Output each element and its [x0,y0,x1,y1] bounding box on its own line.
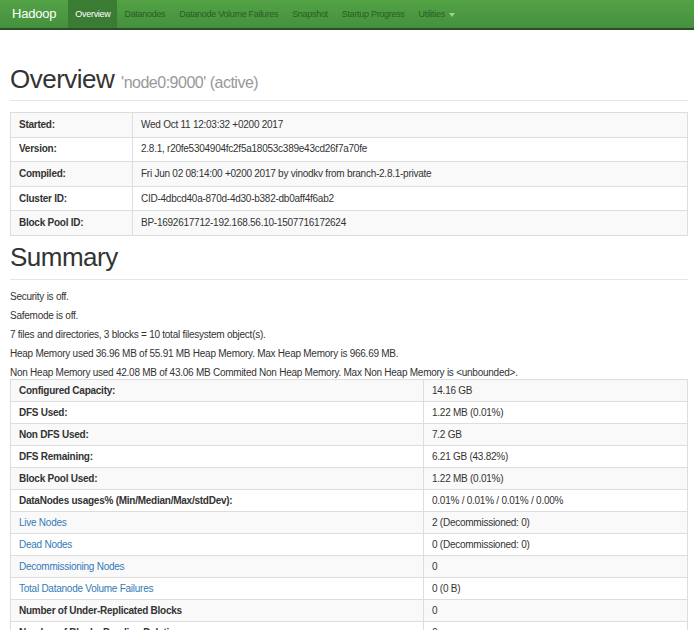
total-datanode-volume-failures-link[interactable]: Total Datanode Volume Failures [19,583,153,594]
summary-paragraphs: Security is off. Safemode is off. 7 file… [10,291,688,380]
row-value-dead-nodes: 0 (Decommissioned: 0) [424,534,688,556]
table-row: Compiled:Fri Jun 02 08:14:00 +0200 2017 … [11,162,688,187]
summary-table: Configured Capacity:14.16 GBDFS Used:1.2… [10,379,688,630]
dead-nodes-link[interactable]: Dead Nodes [19,539,72,550]
row-label-started: Started: [11,113,133,138]
live-nodes-link[interactable]: Live Nodes [19,517,67,528]
table-row: Dead Nodes 0 (Decommissioned: 0) [11,534,688,556]
navbar-menu: Overview Datanodes Datanode Volume Failu… [68,0,462,28]
row-label-total-datanode-volume-failures: Total Datanode Volume Failures [11,578,424,600]
table-row: Decommissioning Nodes 0 [11,556,688,578]
nav-item-overview: Overview [68,0,117,28]
filesystem-objects: 7 files and directories, 3 blocks = 10 t… [10,329,688,342]
row-value-cluster-id: CID-4dbcd40a-870d-4d30-b382-db0aff4f6ab2 [133,186,688,211]
table-row: DFS Used:1.22 MB (0.01%) [11,402,688,424]
table-row: Block Pool ID:BP-1692617712-192.168.56.1… [11,211,688,236]
row-value-dfs-remaining: 6.21 GB (43.82%) [424,446,688,468]
row-value-non-dfs-used: 7.2 GB [424,424,688,446]
row-label-compiled: Compiled: [11,162,133,187]
nav-link-datanodes[interactable]: Datanodes [117,0,172,28]
overview-table: Started:Wed Oct 11 12:03:32 +0200 2017Ve… [10,112,688,236]
divider [10,100,688,101]
table-row: Started:Wed Oct 11 12:03:32 +0200 2017 [11,113,688,138]
row-value-block-pool-used: 1.22 MB (0.01%) [424,468,688,490]
row-label-live-nodes: Live Nodes [11,512,424,534]
heap-memory: Heap Memory used 36.96 MB of 55.91 MB He… [10,348,688,361]
row-value-number-of-under-replicated-blocks: 0 [424,600,688,622]
table-row: Number of Under-Replicated Blocks0 [11,600,688,622]
row-label-non-dfs-used: Non DFS Used: [11,424,424,446]
row-value-started: Wed Oct 11 12:03:32 +0200 2017 [133,113,688,138]
row-label-decommissioning-nodes: Decommissioning Nodes [11,556,424,578]
row-value-dfs-used: 1.22 MB (0.01%) [424,402,688,424]
table-row: Live Nodes 2 (Decommissioned: 0) [11,512,688,534]
row-label-dfs-remaining: DFS Remaining: [11,446,424,468]
row-label-dead-nodes: Dead Nodes [11,534,424,556]
page-title-text: Overview [10,64,114,94]
row-value-live-nodes: 2 (Decommissioned: 0) [424,512,688,534]
divider [10,279,688,280]
nav-item-datanode-volume-failures: Datanode Volume Failures [172,0,285,28]
nav-link-startup-progress[interactable]: Startup Progress [335,0,412,28]
row-value-compiled: Fri Jun 02 08:14:00 +0200 2017 by vinodk… [133,162,688,187]
nav-item-startup-progress: Startup Progress [335,0,412,28]
row-label-number-of-under-replicated-blocks: Number of Under-Replicated Blocks [11,600,424,622]
navbar: Hadoop Overview Datanodes Datanode Volum… [0,0,694,30]
row-value-number-of-blocks-pending-deletion: 0 [424,622,688,630]
safemode-status: Safemode is off. [10,310,688,323]
row-label-number-of-blocks-pending-deletion: Number of Blocks Pending Deletion [11,622,424,630]
row-label-cluster-id: Cluster ID: [11,186,133,211]
nav-link-utilities[interactable]: Utilities [412,0,462,28]
table-row: Total Datanode Volume Failures 0 (0 B) [11,578,688,600]
row-value-configured-capacity: 14.16 GB [424,380,688,402]
row-value-decommissioning-nodes: 0 [424,556,688,578]
row-value-datanodes-usages-min-median-max-stddev: 0.01% / 0.01% / 0.01% / 0.00% [424,490,688,512]
nav-link-overview[interactable]: Overview [68,0,117,28]
table-row: Block Pool Used:1.22 MB (0.01%) [11,468,688,490]
brand-hadoop[interactable]: Hadoop [0,0,68,28]
table-row: Number of Blocks Pending Deletion0 [11,622,688,630]
nav-item-datanodes: Datanodes [117,0,172,28]
table-row: Version:2.8.1, r20fe5304904fc2f5a18053c3… [11,137,688,162]
row-value-version: 2.8.1, r20fe5304904fc2f5a18053c389e43cd2… [133,137,688,162]
table-row: Configured Capacity:14.16 GB [11,380,688,402]
row-label-datanodes-usages-min-median-max-stddev: DataNodes usages% (Min/Median/Max/stdDev… [11,490,424,512]
nav-link-datanode-volume-failures[interactable]: Datanode Volume Failures [172,0,285,28]
row-value-block-pool-id: BP-1692617712-192.168.56.10-150771617262… [133,211,688,236]
page-content: Overview 'node0:9000' (active) Started:W… [10,64,688,630]
row-label-version: Version: [11,137,133,162]
decommissioning-nodes-link[interactable]: Decommissioning Nodes [19,561,124,572]
table-row: Non DFS Used:7.2 GB [11,424,688,446]
row-label-block-pool-used: Block Pool Used: [11,468,424,490]
nav-link-snapshot[interactable]: Snapshot [285,0,335,28]
row-label-block-pool-id: Block Pool ID: [11,211,133,236]
table-row: DataNodes usages% (Min/Median/Max/stdDev… [11,490,688,512]
nav-item-utilities: Utilities [412,0,462,28]
nav-link-utilities-label: Utilities [419,9,445,19]
row-label-configured-capacity: Configured Capacity: [11,380,424,402]
chevron-down-icon [449,13,455,17]
row-value-total-datanode-volume-failures: 0 (0 B) [424,578,688,600]
page-title: Overview 'node0:9000' (active) [10,64,688,98]
row-label-dfs-used: DFS Used: [11,402,424,424]
table-row: Cluster ID:CID-4dbcd40a-870d-4d30-b382-d… [11,186,688,211]
security-status: Security is off. [10,291,688,304]
non-heap-memory: Non Heap Memory used 42.08 MB of 43.06 M… [10,367,688,380]
summary-title: Summary [10,242,688,272]
nav-item-snapshot: Snapshot [285,0,335,28]
page-subtitle: 'node0:9000' (active) [121,74,258,91]
table-row: DFS Remaining:6.21 GB (43.82%) [11,446,688,468]
